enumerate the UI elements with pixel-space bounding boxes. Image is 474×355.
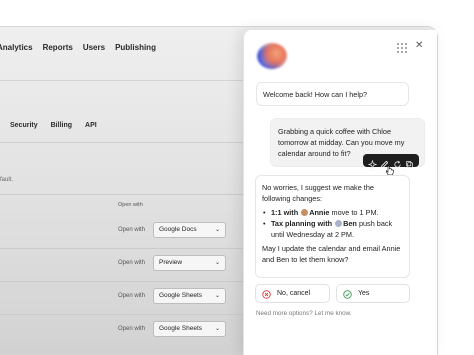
x-circle-icon bbox=[262, 289, 271, 299]
sparkle-icon[interactable] bbox=[367, 156, 378, 170]
chevron-down-icon: ⌄ bbox=[214, 293, 220, 299]
check-circle-icon bbox=[343, 289, 352, 299]
confirm-button[interactable]: Yes bbox=[336, 284, 410, 303]
confirm-label: Yes bbox=[358, 290, 370, 297]
row-label: Open with bbox=[118, 293, 146, 299]
tab-billing[interactable]: Billing bbox=[51, 122, 72, 129]
settings-tabs: Security Billing API bbox=[10, 122, 97, 129]
row-label: Open with bbox=[118, 227, 146, 233]
item-title: Tax planning with bbox=[271, 219, 333, 228]
tab-security[interactable]: Security bbox=[10, 122, 38, 129]
description-text: fault. bbox=[0, 177, 14, 183]
chevron-down-icon: ⌄ bbox=[214, 326, 220, 332]
open-with-select[interactable]: Preview ⌄ bbox=[153, 255, 226, 271]
assistant-chat-panel: ✕ Welcome back! How can I help? Grabbing… bbox=[243, 30, 437, 355]
select-value: Preview bbox=[159, 259, 183, 266]
nav-publishing[interactable]: Publishing bbox=[115, 43, 156, 57]
open-with-select[interactable]: Google Docs ⌄ bbox=[153, 222, 226, 238]
chevron-down-icon: ⌄ bbox=[214, 260, 220, 266]
chevron-down-icon: ⌄ bbox=[214, 227, 220, 233]
item-title: 1:1 with bbox=[271, 208, 299, 217]
assistant-avatar bbox=[257, 43, 287, 69]
avatar bbox=[301, 209, 309, 216]
person-name: Annie bbox=[309, 208, 330, 217]
row-divider bbox=[0, 248, 250, 249]
list-item: 1:1 with Annie move to 1 PM. bbox=[262, 207, 403, 218]
row-label: Open with bbox=[118, 260, 146, 266]
reply-intro: No worries, I suggest we make the follow… bbox=[262, 183, 374, 203]
select-value: Google Sheets bbox=[159, 325, 203, 332]
top-navigation: Analytics Reports Users Publishing bbox=[0, 43, 156, 57]
list-item: Tax planning with Ben push back until We… bbox=[262, 218, 403, 240]
reply-question: May I update the calendar and email Anni… bbox=[262, 244, 401, 264]
suggested-changes-list: 1:1 with Annie move to 1 PM. Tax plannin… bbox=[262, 207, 403, 240]
cancel-button[interactable]: No, cancel bbox=[255, 284, 330, 303]
row-label: Open with bbox=[118, 326, 146, 332]
assistant-welcome-message: Welcome back! How can I help? bbox=[256, 82, 409, 106]
nav-users[interactable]: Users bbox=[83, 43, 105, 57]
table-row: Open with Google Sheets ⌄ bbox=[0, 288, 250, 321]
table-row: Open with Google Sheets ⌄ bbox=[0, 321, 250, 354]
assistant-reply-message: No worries, I suggest we make the follow… bbox=[255, 175, 410, 278]
more-options-hint: Need more options? Let me know. bbox=[256, 310, 352, 317]
copy-icon[interactable] bbox=[405, 156, 414, 169]
table-row: Open with Google Docs ⌄ bbox=[0, 222, 250, 255]
tab-api[interactable]: API bbox=[85, 122, 97, 129]
row-divider bbox=[0, 281, 250, 282]
open-with-select[interactable]: Google Sheets ⌄ bbox=[153, 288, 226, 304]
row-divider bbox=[0, 314, 250, 315]
person-name: Ben bbox=[343, 219, 357, 228]
item-detail: move to 1 PM. bbox=[331, 208, 379, 217]
column-header-open-with: Open with bbox=[118, 202, 143, 208]
close-icon[interactable]: ✕ bbox=[415, 40, 423, 52]
nav-reports[interactable]: Reports bbox=[43, 43, 73, 57]
grid-icon[interactable] bbox=[396, 41, 408, 53]
select-value: Google Docs bbox=[159, 226, 197, 233]
cancel-label: No, cancel bbox=[277, 290, 311, 297]
table-row: Open with Preview ⌄ bbox=[0, 255, 250, 288]
avatar bbox=[335, 220, 343, 227]
select-value: Google Sheets bbox=[159, 292, 203, 299]
open-with-select[interactable]: Google Sheets ⌄ bbox=[153, 321, 226, 337]
nav-analytics[interactable]: Analytics bbox=[0, 43, 33, 57]
